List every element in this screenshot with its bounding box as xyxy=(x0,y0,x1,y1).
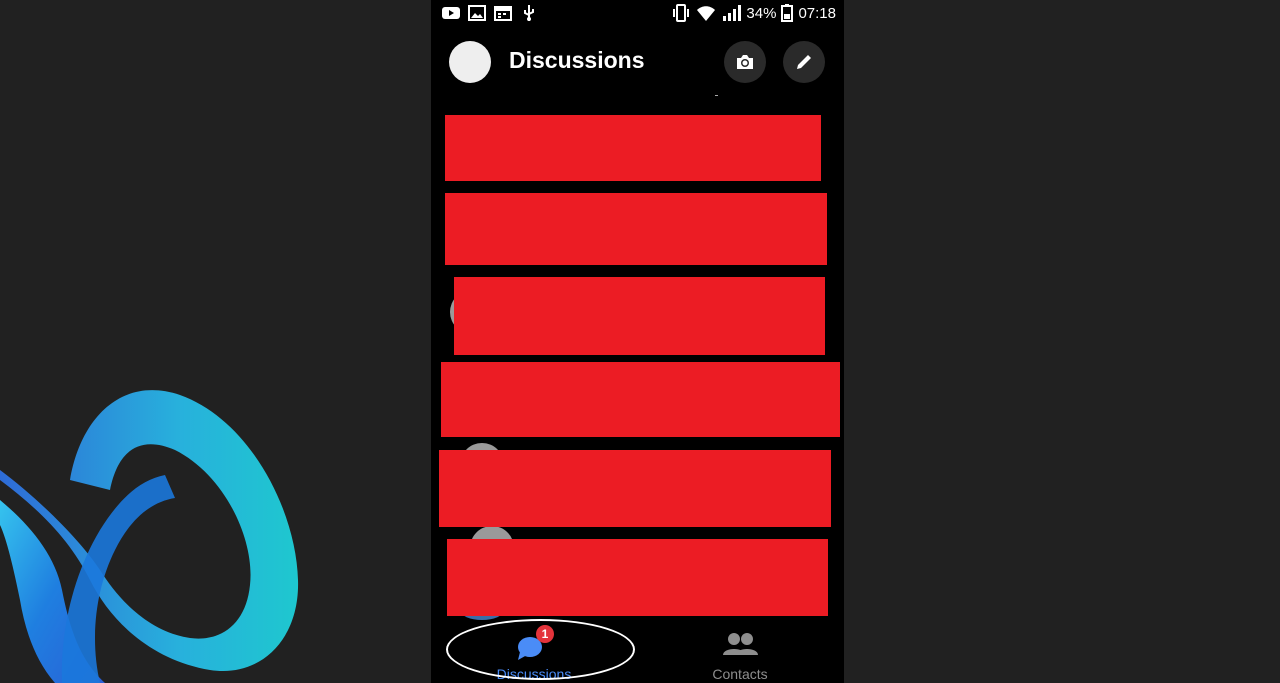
phone-screen: 34% 07:18 Discussions 1 Discussions Cont… xyxy=(431,0,844,683)
ribbon-logo-icon xyxy=(0,390,299,683)
highlight-annotation xyxy=(446,619,635,680)
screen: 34% 07:18 Discussions 1 Discussions Cont… xyxy=(0,0,1280,683)
page-title: Discussions xyxy=(509,47,645,73)
camera-icon xyxy=(737,55,753,69)
tab-label: Contacts xyxy=(712,666,768,682)
tab-contacts[interactable]: Contacts xyxy=(693,620,787,683)
wifi-icon xyxy=(697,6,716,21)
vibrate-icon xyxy=(673,4,690,22)
clock: 07:18 xyxy=(798,4,836,22)
signal-icon xyxy=(723,5,742,21)
redacted-conversation[interactable] xyxy=(447,539,828,616)
redacted-conversation[interactable] xyxy=(454,277,825,355)
pencil-icon xyxy=(797,55,811,69)
scroll-indicator xyxy=(715,95,718,96)
redacted-conversation[interactable] xyxy=(439,450,831,527)
status-bar: 34% 07:18 xyxy=(431,0,844,28)
battery-percent: 34% xyxy=(746,4,777,22)
calendar-icon xyxy=(494,6,512,21)
usb-icon xyxy=(524,5,534,21)
image-icon xyxy=(468,5,486,21)
redacted-conversation[interactable] xyxy=(445,193,827,265)
redacted-conversation[interactable] xyxy=(445,115,821,181)
youtube-icon xyxy=(442,7,460,19)
battery-icon xyxy=(781,4,794,22)
redacted-conversation[interactable] xyxy=(441,362,840,437)
new-message-button[interactable] xyxy=(783,41,825,83)
app-header: Discussions xyxy=(431,30,844,92)
profile-avatar[interactable] xyxy=(449,41,491,83)
camera-button[interactable] xyxy=(724,41,766,83)
people-icon xyxy=(723,633,758,655)
